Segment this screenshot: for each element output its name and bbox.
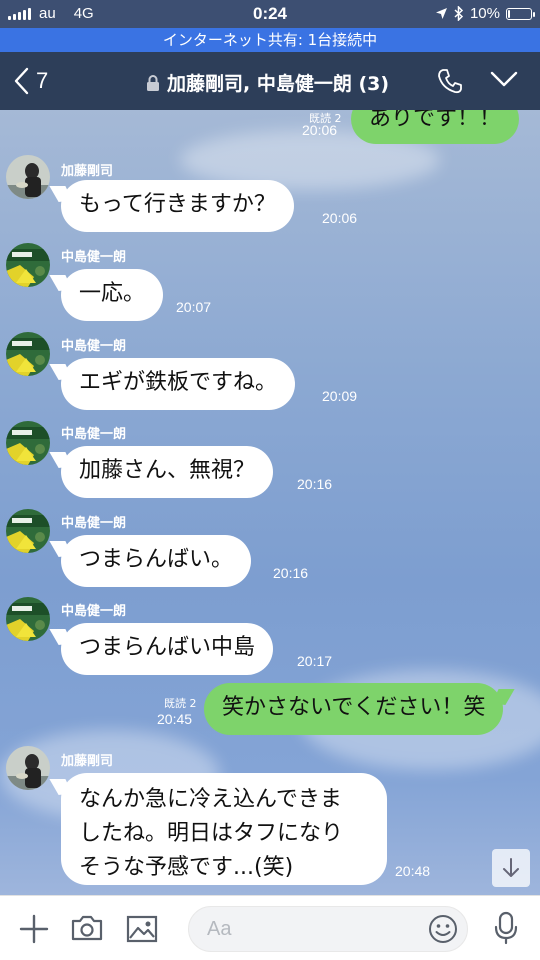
message-text: 加藤さん、無視？ (79, 458, 256, 483)
incoming-message[interactable]: 加藤さん、無視？ (49, 446, 274, 498)
read-receipt: 既読 2 (164, 697, 197, 710)
avatar[interactable] (6, 597, 50, 641)
message-text: つまらんばい中島 (79, 635, 256, 660)
outgoing-message[interactable]: ありです！！ (351, 110, 520, 144)
tethering-banner[interactable]: インターネット共有: 1台接続中 (0, 28, 540, 52)
status-right: 10% (435, 5, 535, 22)
battery-icon (506, 7, 535, 20)
chevron-down-icon (490, 71, 518, 87)
message-time: 20:06 (322, 210, 358, 226)
emoji-icon (429, 915, 457, 943)
avatar[interactable] (6, 746, 50, 790)
camera-icon (71, 915, 103, 941)
message-line: したね。明日はタフになり (79, 821, 344, 846)
scroll-to-bottom-button[interactable] (492, 849, 530, 887)
incoming-message[interactable]: つまらんばい。 (49, 535, 252, 587)
avatar[interactable] (6, 509, 50, 553)
avatar[interactable] (6, 421, 50, 465)
incoming-message[interactable]: つまらんばい中島 (49, 623, 274, 675)
location-icon (435, 8, 447, 19)
bluetooth-icon (454, 6, 464, 21)
message-time: 20:48 (395, 863, 431, 879)
message-text: ありです！！ (369, 110, 502, 131)
message-line: なんか急に冷え込んできま (79, 787, 342, 812)
sender-name: 中島健一朗 (61, 516, 127, 531)
message-time: 20:17 (297, 653, 333, 669)
message-text: 笑かさないでください！笑 (222, 695, 486, 720)
chat-header: 7 加藤剛司, 中島健一朗 (3) (0, 52, 540, 110)
message-time: 20:16 (297, 476, 333, 492)
avatar[interactable] (6, 155, 50, 199)
chat-title[interactable]: 加藤剛司, 中島健一朗 (3) (146, 69, 389, 96)
incoming-message[interactable]: なんか急に冷え込んできま したね。明日はタフになり そうな予感です...(笑) (49, 773, 387, 885)
sender-name: 中島健一朗 (61, 604, 127, 619)
sender-name: 加藤剛司 (61, 164, 114, 179)
message-time: 20:07 (176, 299, 212, 315)
message-text: もって行きますか？ (79, 192, 276, 217)
chat-area[interactable]: 既読 2 20:06 ありです！！ 加藤剛司 もって行きますか？ 20:06 中… (0, 110, 540, 895)
avatar[interactable] (6, 332, 50, 376)
incoming-message[interactable]: もって行きますか？ (49, 180, 294, 232)
message-text: つまらんばい。 (79, 547, 234, 572)
incoming-message[interactable]: 一応。 (49, 269, 164, 321)
input-bar: Aa (0, 895, 540, 960)
sender-name: 中島健一朗 (61, 339, 127, 354)
plus-icon (19, 914, 49, 944)
chat-menu-button[interactable] (490, 70, 520, 94)
avatar[interactable] (6, 243, 50, 287)
message-line: そうな予感です...(笑) (79, 855, 294, 880)
image-button[interactable] (126, 915, 158, 947)
incoming-message[interactable]: エギが鉄板ですね。 (49, 358, 296, 410)
microphone-icon (494, 911, 518, 945)
battery-percent: 10% (469, 5, 500, 22)
status-bar: au 4G 0:24 10% (0, 0, 540, 28)
lock-icon (147, 74, 159, 91)
emoji-button[interactable] (428, 914, 458, 948)
message-text: 一応。 (79, 281, 146, 306)
outgoing-message[interactable]: 笑かさないでください！笑 (204, 683, 515, 735)
back-button[interactable]: 7 (14, 64, 48, 98)
message-time: 20:16 (273, 565, 309, 581)
call-button[interactable] (436, 67, 466, 97)
back-chevron-icon (14, 67, 29, 95)
message-text: エギが鉄板ですね。 (79, 370, 278, 395)
chat-title-text: 加藤剛司, 中島健一朗 (3) (167, 73, 390, 95)
message-input[interactable]: Aa (188, 906, 468, 952)
sender-name: 加藤剛司 (61, 754, 114, 769)
arrow-down-icon (503, 858, 519, 877)
plus-button[interactable] (18, 913, 50, 949)
phone-icon (438, 69, 462, 94)
message-time: 20:06 (302, 122, 338, 138)
voice-button[interactable] (494, 911, 518, 949)
image-icon (126, 915, 158, 943)
sender-name: 中島健一朗 (61, 250, 127, 265)
camera-button[interactable] (70, 914, 104, 946)
sender-name: 中島健一朗 (61, 427, 127, 442)
message-time: 20:09 (322, 388, 358, 404)
unread-count: 7 (36, 68, 49, 93)
message-time: 20:45 (157, 711, 193, 727)
